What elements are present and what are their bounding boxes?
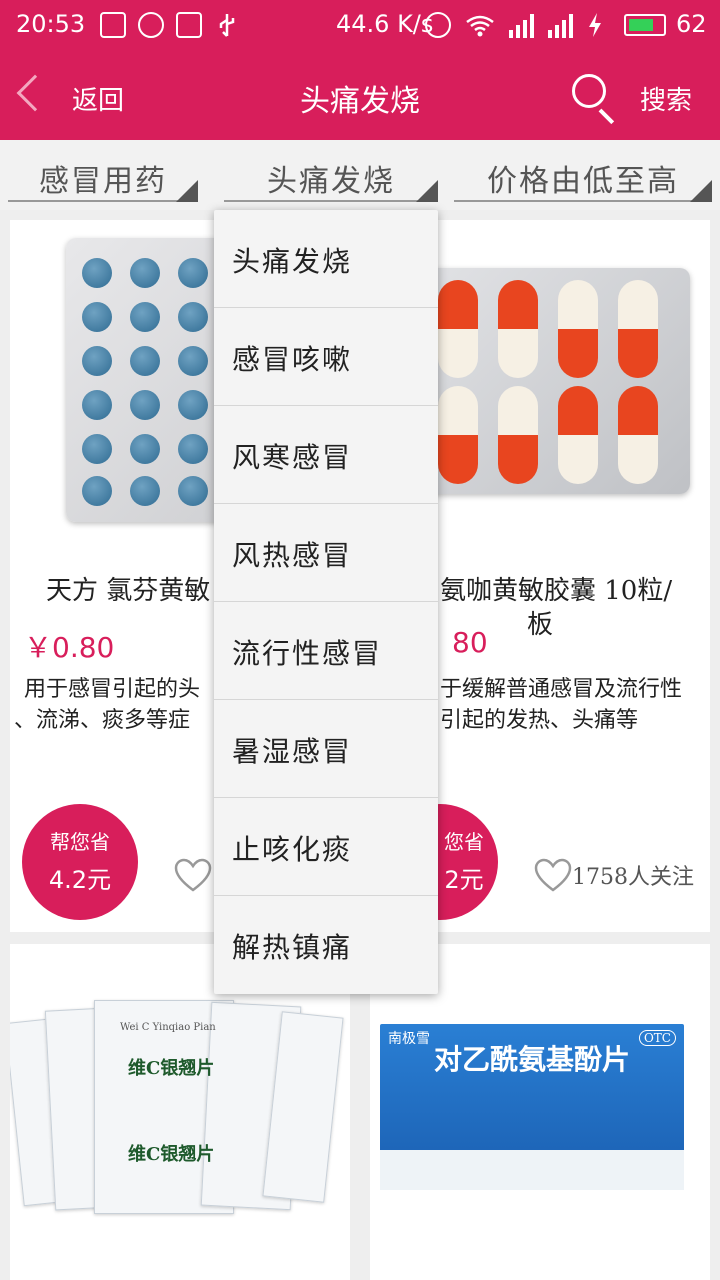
heart-icon[interactable] — [174, 858, 212, 892]
product-desc-line1: 于缓解普通感冒及流行性 — [440, 677, 683, 702]
dropdown-option[interactable]: 风热感冒 — [214, 504, 438, 602]
product-price: ￥0.80 — [24, 631, 115, 664]
filter-subcategory[interactable]: 头痛发烧 — [224, 140, 438, 204]
network-speed: 44.6 K/s — [336, 10, 434, 38]
status-bar: 20:53 44.6 K/s 62 — [0, 0, 720, 52]
subcategory-dropdown: 头痛发烧 感冒咳嗽 风寒感冒 风热感冒 流行性感冒 暑湿感冒 止咳化痰 解热镇痛 — [214, 210, 438, 994]
signal-4g-icon — [548, 12, 573, 38]
dropdown-option[interactable]: 解热镇痛 — [214, 896, 438, 994]
product-image: 维C银翘片 维C银翘片 Wei C Yinqiao Pian — [10, 944, 350, 1280]
follow-button[interactable]: 1758人关注 — [534, 858, 694, 892]
filter-category-label: 感冒用药 — [39, 164, 167, 199]
battery-level: 62 — [676, 10, 707, 38]
pack-label: 维C银翘片 — [128, 1058, 215, 1079]
notification-icon — [176, 12, 202, 38]
status-icons-left — [100, 12, 240, 38]
dropdown-triangle-icon — [176, 180, 198, 202]
filter-category[interactable]: 感冒用药 — [8, 140, 198, 204]
product-price: 80 — [452, 626, 488, 659]
wifi-icon — [466, 15, 494, 37]
product-image: 南极雪 OTC 对乙酰氨基酚片 — [370, 944, 710, 1280]
pack-subtext: Wei C Yinqiao Pian — [120, 1022, 216, 1033]
dropdown-option[interactable]: 止咳化痰 — [214, 798, 438, 896]
product-name-line1: 氨咖黄敏胶囊 10粒/ — [440, 576, 673, 606]
product-card[interactable]: 维C银翘片 维C银翘片 Wei C Yinqiao Pian — [10, 944, 350, 1280]
dropdown-triangle-icon — [690, 180, 712, 202]
signal-icon — [509, 12, 534, 38]
savings-amount: 4.2元 — [48, 866, 112, 894]
battery-icon — [624, 14, 666, 36]
medicine-box: 南极雪 OTC 对乙酰氨基酚片 — [380, 1024, 684, 1190]
savings-label: 帮您省 — [50, 830, 110, 854]
product-desc-line2: 引起的发热、头痛等 — [440, 708, 639, 733]
status-time: 20:53 — [16, 10, 86, 38]
data-saver-icon — [138, 12, 164, 38]
usb-icon — [214, 12, 240, 38]
dropdown-option[interactable]: 暑湿感冒 — [214, 700, 438, 798]
heart-icon[interactable] — [534, 858, 572, 892]
follow-count: 1758人关注 — [572, 865, 694, 890]
dropdown-option[interactable]: 头痛发烧 — [214, 210, 438, 308]
header: 返回 头痛发烧 搜索 — [0, 52, 720, 140]
alarm-icon — [425, 12, 451, 38]
filter-sort[interactable]: 价格由低至高 — [454, 140, 712, 204]
dropdown-option[interactable]: 流行性感冒 — [214, 602, 438, 700]
dropdown-option[interactable]: 感冒咳嗽 — [214, 308, 438, 406]
gallery-icon — [100, 12, 126, 38]
filter-bar: 感冒用药 头痛发烧 价格由低至高 — [0, 140, 720, 210]
filter-sort-label: 价格由低至高 — [487, 164, 679, 199]
filter-subcategory-label: 头痛发烧 — [267, 164, 395, 199]
dropdown-option[interactable]: 风寒感冒 — [214, 406, 438, 504]
savings-badge: 帮您省 4.2元 — [22, 804, 138, 920]
product-card[interactable]: 南极雪 OTC 对乙酰氨基酚片 — [370, 944, 710, 1280]
status-icons-right — [425, 12, 603, 38]
search-button[interactable]: 搜索 — [640, 80, 692, 117]
pack-label: 维C银翘片 — [128, 1144, 215, 1165]
follow-button[interactable] — [174, 858, 212, 892]
dropdown-triangle-icon — [416, 180, 438, 202]
box-title: 对乙酰氨基酚片 — [433, 1043, 630, 1076]
search-icon[interactable] — [572, 74, 616, 125]
charging-icon — [589, 13, 601, 37]
